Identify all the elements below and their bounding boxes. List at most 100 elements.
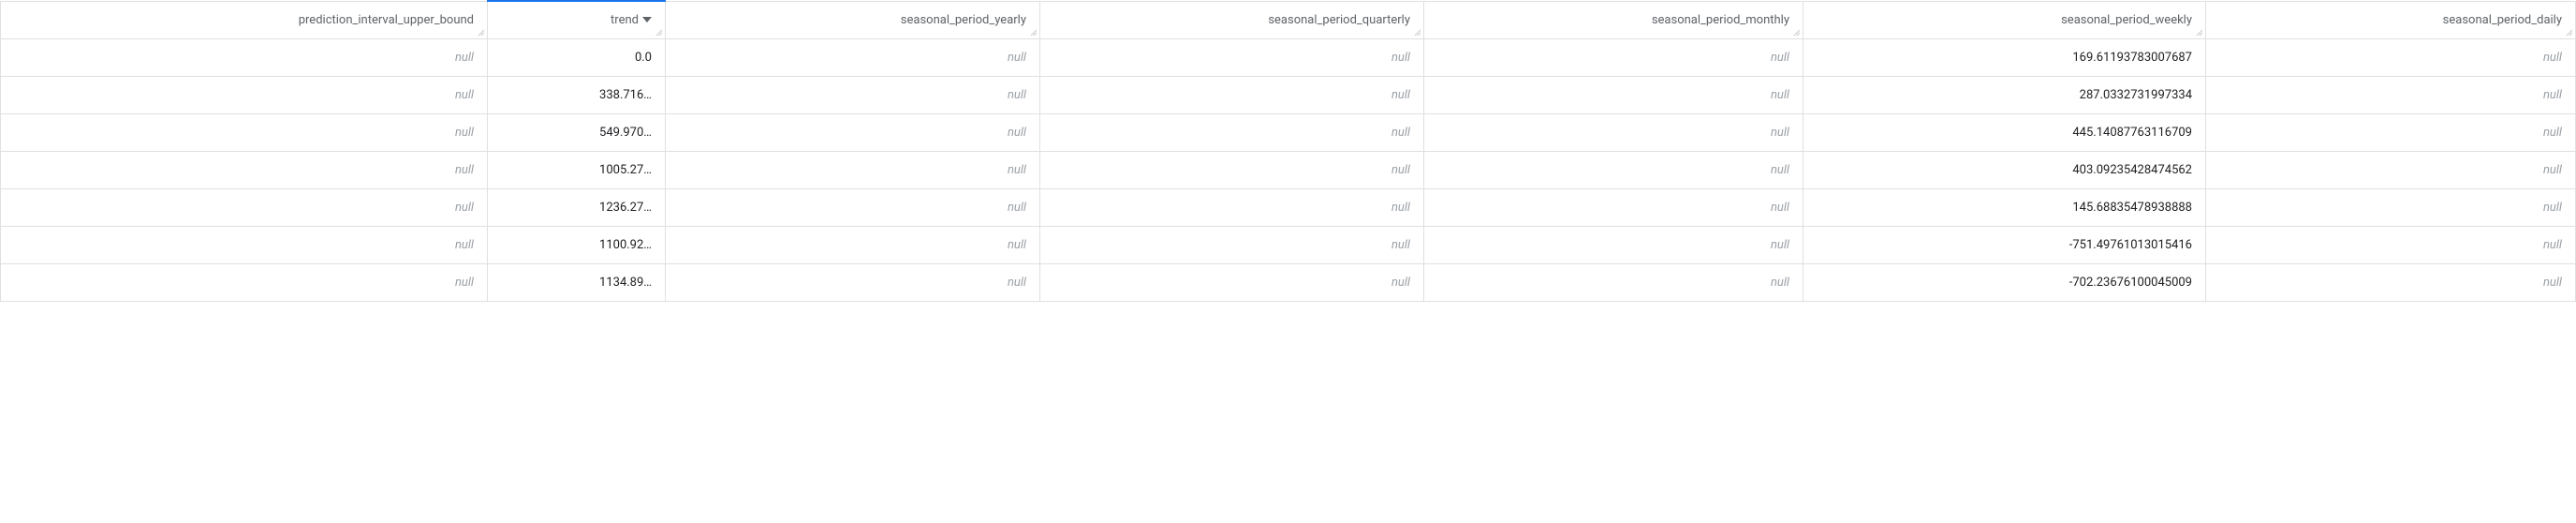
null-value: null	[1771, 201, 1789, 215]
cell-seasonal_period_daily: null	[2206, 113, 2576, 151]
column-resize-handle[interactable]	[1028, 27, 1038, 37]
null-value: null	[1391, 238, 1410, 252]
cell-seasonal_period_monthly: null	[1424, 188, 1803, 226]
column-resize-handle[interactable]	[654, 27, 663, 37]
null-value: null	[455, 163, 474, 177]
cell-trend: 1100.92…	[488, 226, 666, 263]
cell-seasonal_period_weekly: 169.61193783007687	[1803, 38, 2206, 76]
cell-seasonal_period_quarterly: null	[1040, 151, 1424, 188]
null-value: null	[2543, 163, 2562, 177]
cell-seasonal_period_weekly: 145.68835478938888	[1803, 188, 2206, 226]
cell-seasonal_period_weekly: -702.23676100045009	[1803, 263, 2206, 301]
cell-value: -702.23676100045009	[2069, 276, 2192, 290]
sort-descending-icon	[642, 17, 652, 22]
null-value: null	[2543, 201, 2562, 215]
column-header-label: seasonal_period_daily	[2443, 13, 2562, 27]
cell-seasonal_period_yearly: null	[666, 151, 1040, 188]
cell-value: 403.09235428474562	[2072, 163, 2192, 177]
cell-seasonal_period_weekly: -751.49761013015416	[1803, 226, 2206, 263]
cell-seasonal_period_weekly: 403.09235428474562	[1803, 151, 2206, 188]
cell-seasonal_period_quarterly: null	[1040, 188, 1424, 226]
cell-seasonal_period_yearly: null	[666, 113, 1040, 151]
cell-value: 1236.27…	[599, 201, 652, 215]
cell-seasonal_period_yearly: null	[666, 263, 1040, 301]
null-value: null	[1008, 88, 1026, 102]
table-row: null1134.89…nullnullnull-702.23676100045…	[1, 263, 2576, 301]
cell-seasonal_period_daily: null	[2206, 263, 2576, 301]
null-value: null	[2543, 276, 2562, 290]
table-row: null 1236.27… null null null 145.688354789388…	[1, 188, 2576, 226]
data-table: prediction_interval_upper_boundtrend seas…	[0, 0, 2576, 302]
cell-seasonal_period_quarterly: null	[1040, 76, 1424, 113]
cell-seasonal_period_monthly: null	[1424, 151, 1803, 188]
column-header-label: seasonal_period_yearly	[901, 13, 1026, 27]
null-value: null	[1771, 276, 1789, 290]
null-value: null	[2543, 238, 2562, 252]
null-value: null	[1391, 126, 1410, 140]
column-header-prediction_interval_upper_bound[interactable]: prediction_interval_upper_bound	[1, 1, 488, 38]
cell-trend: 1236.27…	[488, 188, 666, 226]
null-value: null	[1008, 126, 1026, 140]
cell-seasonal_period_monthly: null	[1424, 263, 1803, 301]
cell-trend: 549.970…	[488, 113, 666, 151]
cell-seasonal_period_weekly: 445.14087763116709	[1803, 113, 2206, 151]
column-resize-handle[interactable]	[2194, 27, 2203, 37]
null-value: null	[455, 51, 474, 65]
cell-seasonal_period_quarterly: null	[1040, 113, 1424, 151]
column-header-seasonal_period_yearly[interactable]: seasonal_period_yearly	[666, 1, 1040, 38]
cell-seasonal_period_daily: null	[2206, 226, 2576, 263]
table-row: null0.0nullnullnull169.61193783007687nul…	[1, 38, 2576, 76]
cell-seasonal_period_yearly: null	[666, 38, 1040, 76]
cell-value: 1100.92…	[599, 238, 652, 252]
table-row: null 1005.27… null null null 403.092354284745…	[1, 151, 2576, 188]
cell-prediction_interval_upper_bound: null	[1, 113, 488, 151]
cell-value: 445.14087763116709	[2072, 126, 2192, 140]
null-value: null	[1391, 88, 1410, 102]
cell-trend: 1134.89…	[488, 263, 666, 301]
column-header-seasonal_period_monthly[interactable]: seasonal_period_monthly	[1424, 1, 1803, 38]
null-value: null	[2543, 126, 2562, 140]
null-value: null	[1391, 201, 1410, 215]
null-value: null	[1391, 276, 1410, 290]
column-resize-handle[interactable]	[476, 27, 485, 37]
cell-prediction_interval_upper_bound: null	[1, 226, 488, 263]
cell-seasonal_period_yearly: null	[666, 226, 1040, 263]
table-header-row: prediction_interval_upper_boundtrend seas…	[1, 1, 2576, 38]
cell-seasonal_period_quarterly: null	[1040, 38, 1424, 76]
column-resize-handle[interactable]	[1412, 27, 1421, 37]
cell-seasonal_period_daily: null	[2206, 38, 2576, 76]
column-header-seasonal_period_daily[interactable]: seasonal_period_daily	[2206, 1, 2576, 38]
column-header-seasonal_period_quarterly[interactable]: seasonal_period_quarterly	[1040, 1, 1424, 38]
null-value: null	[1008, 51, 1026, 65]
null-value: null	[1391, 51, 1410, 65]
column-resize-handle[interactable]	[1791, 27, 1801, 37]
column-header-trend[interactable]: trend	[488, 1, 666, 38]
cell-value: 549.970…	[599, 126, 652, 140]
null-value: null	[1008, 163, 1026, 177]
cell-seasonal_period_quarterly: null	[1040, 226, 1424, 263]
cell-prediction_interval_upper_bound: null	[1, 38, 488, 76]
cell-seasonal_period_daily: null	[2206, 188, 2576, 226]
cell-value: 338.716…	[599, 88, 652, 102]
null-value: null	[2543, 88, 2562, 102]
null-value: null	[1771, 238, 1789, 252]
column-header-label: seasonal_period_weekly	[2061, 13, 2192, 27]
cell-seasonal_period_weekly: 287.0332731997334	[1803, 76, 2206, 113]
null-value: null	[1771, 163, 1789, 177]
cell-trend: 1005.27…	[488, 151, 666, 188]
null-value: null	[455, 276, 474, 290]
column-header-seasonal_period_weekly[interactable]: seasonal_period_weekly	[1803, 1, 2206, 38]
null-value: null	[455, 201, 474, 215]
null-value: null	[1771, 126, 1789, 140]
cell-seasonal_period_yearly: null	[666, 76, 1040, 113]
cell-value: 1005.27…	[599, 163, 652, 177]
null-value: null	[1771, 88, 1789, 102]
column-resize-handle[interactable]	[2564, 27, 2573, 37]
null-value: null	[455, 88, 474, 102]
null-value: null	[2543, 51, 2562, 65]
null-value: null	[1008, 238, 1026, 252]
cell-trend: 338.716…	[488, 76, 666, 113]
table-row: null 549.970… null null null 445.140877631167…	[1, 113, 2576, 151]
cell-prediction_interval_upper_bound: null	[1, 151, 488, 188]
null-value: null	[455, 126, 474, 140]
